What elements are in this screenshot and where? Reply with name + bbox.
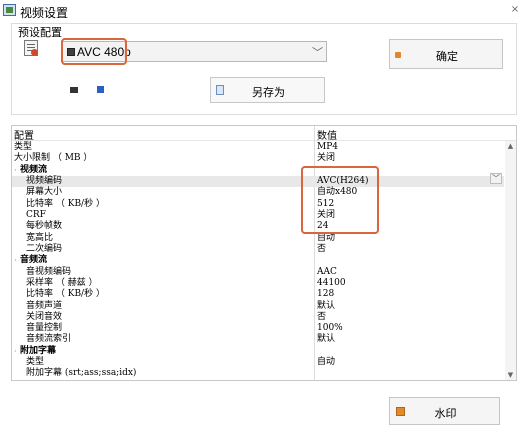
row-value[interactable]: 100% — [317, 323, 343, 334]
settings-table: 配置 数值 类型 MP4 大小限制 （ MB ）关闭 · 视频流 视频编码 AVC(H264… — [11, 125, 517, 381]
row-name: 附加字幕 (srt;ass;ssa;idx) — [26, 368, 137, 379]
expand-icon[interactable]: · — [14, 165, 17, 176]
row-name: 视频流 — [20, 164, 48, 175]
scroll-down-icon[interactable]: ▼ — [505, 370, 516, 380]
watermark-button-label: 水印 — [434, 407, 457, 420]
table-row[interactable]: 附加字幕 (srt;ass;ssa;idx) — [12, 368, 504, 379]
close-button[interactable]: × — [508, 3, 522, 17]
row-name: 大小限制 （ MB ） — [14, 153, 93, 164]
save-as-button[interactable]: 另存为 — [210, 77, 325, 103]
table-row[interactable]: 音频声道 默认 — [12, 301, 504, 312]
table-row[interactable]: 宽高比 自动 — [12, 233, 504, 244]
chevron-down-icon[interactable]: ﹀ — [490, 173, 502, 184]
preset-dropdown[interactable]: AVC 480p ﹀ — [61, 41, 327, 62]
row-value[interactable]: 自动 — [317, 233, 335, 244]
row-value[interactable]: 默认 — [317, 334, 335, 345]
row-value[interactable]: AAC — [317, 267, 337, 278]
table-row[interactable]: CRF 关闭 — [12, 210, 504, 221]
table-header: 配置 数值 — [12, 126, 516, 142]
vertical-scrollbar[interactable]: ▲ ▼ — [505, 141, 516, 380]
table-row[interactable]: 大小限制 （ MB ） 关闭 — [12, 153, 504, 164]
row-value[interactable]: 自动 — [317, 357, 335, 368]
table-row[interactable]: 比特率 （ KB/秒 ） 512 — [12, 199, 504, 210]
row-value[interactable]: AVC(H264) — [317, 176, 369, 187]
row-value[interactable]: 44100 — [317, 278, 346, 289]
row-name: 类型 — [26, 357, 45, 368]
save-as-button-label: 另存为 — [252, 86, 285, 99]
row-value[interactable]: 默认 — [317, 301, 335, 312]
column-header-config: 配置 — [14, 131, 34, 142]
row-name: 音频流索引 — [26, 334, 72, 345]
table-row[interactable]: 音频流索引 默认 — [12, 334, 504, 345]
row-name: 二次编码 — [26, 243, 63, 254]
table-row[interactable]: 音量控制 100% — [12, 323, 504, 334]
row-value[interactable]: 关闭 — [317, 210, 335, 221]
table-row[interactable]: 类型 MP4 — [12, 142, 504, 153]
row-value[interactable]: 关闭 — [317, 153, 335, 164]
table-section-row[interactable]: · 视频流 — [12, 165, 504, 176]
title-bar: 视频设置 × — [0, 0, 527, 22]
video-settings-icon — [3, 4, 16, 16]
scroll-up-icon[interactable]: ▲ — [505, 141, 516, 151]
column-header-value: 数值 — [317, 131, 337, 142]
row-value[interactable]: 自动x480 — [317, 187, 357, 198]
row-name: 屏幕大小 — [26, 187, 63, 198]
confirm-button[interactable]: 确定 — [389, 39, 503, 69]
row-name: 音量控制 — [26, 323, 63, 334]
table-row[interactable]: 屏幕大小 自动x480 — [12, 187, 504, 198]
row-name: 视频编码 — [26, 176, 63, 186]
row-value[interactable]: 512 — [317, 199, 334, 210]
row-name: 音频流 — [20, 255, 48, 266]
row-value[interactable]: MP4 — [317, 142, 338, 153]
film-icon[interactable] — [70, 87, 78, 93]
row-name: CRF — [26, 209, 46, 220]
window-title: 视频设置 — [20, 6, 69, 20]
row-name: 关闭音效 — [26, 311, 63, 322]
table-row[interactable]: 采样率 （ 赫兹 ） 44100 — [12, 278, 504, 289]
row-value[interactable]: 128 — [317, 289, 334, 300]
row-name: 附加字幕 — [20, 345, 57, 356]
table-row[interactable]: 音视频编码 AAC — [12, 267, 504, 278]
table-row[interactable]: 视频编码 AVC(H264) — [12, 176, 504, 187]
row-name: 类型 — [14, 142, 33, 152]
expand-icon[interactable]: · — [14, 346, 17, 357]
table-row[interactable]: 二次编码 否 — [12, 244, 504, 255]
row-name: 采样率 （ 赫兹 ） — [26, 277, 98, 288]
confirm-button-label: 确定 — [436, 50, 458, 63]
watermark-button[interactable]: 水印 — [389, 397, 500, 425]
row-value[interactable]: 否 — [317, 312, 326, 323]
chevron-down-icon: ﹀ — [312, 46, 323, 59]
expand-icon[interactable]: · — [14, 255, 17, 266]
row-name: 音频声道 — [26, 300, 63, 311]
row-value[interactable]: 24 — [317, 221, 328, 232]
row-name: 宽高比 — [26, 232, 54, 243]
row-value[interactable]: 否 — [317, 244, 326, 255]
table-row[interactable]: 关闭音效 否 — [12, 312, 504, 323]
row-name: 比特率 （ KB/秒 ） — [26, 198, 105, 209]
table-row[interactable]: 比特率 （ KB/秒 ） 128 — [12, 289, 504, 300]
row-name: 每秒帧数 — [26, 221, 63, 232]
preset-selected-value: AVC 480p — [77, 45, 131, 59]
table-row[interactable]: 类型 自动 — [12, 357, 504, 368]
film-icon — [67, 48, 75, 56]
row-name: 比特率 （ KB/秒 ） — [26, 289, 105, 300]
table-section-row[interactable]: · 音频流 — [12, 255, 504, 266]
help-icon[interactable] — [97, 86, 104, 93]
preset-group-label: 预设配置 — [17, 24, 63, 40]
table-row[interactable]: 每秒帧数 24 — [12, 221, 504, 232]
row-name: 音视频编码 — [26, 266, 72, 277]
table-section-row[interactable]: · 附加字幕 — [12, 346, 504, 357]
preset-document-icon[interactable] — [24, 40, 38, 56]
